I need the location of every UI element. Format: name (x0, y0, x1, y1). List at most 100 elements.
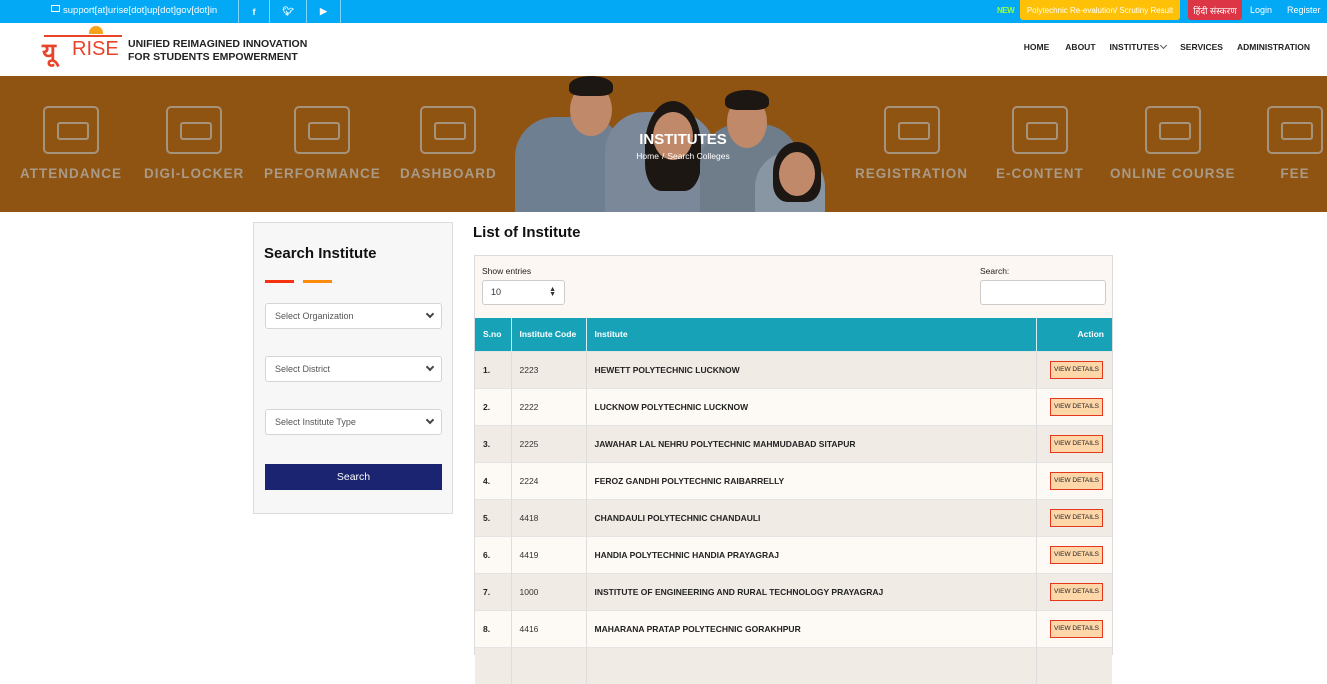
search-institute-panel: Search Institute Select Organization Sel… (253, 222, 453, 514)
nav-home[interactable]: HOME (1017, 42, 1057, 52)
table-row: 3. 2225 JAWAHAR LAL NEHRU POLYTECHNIC MAHM… (475, 424, 1112, 462)
facebook-link[interactable]: f (238, 0, 269, 23)
view-details-button[interactable]: VIEW DETAILS (1049, 434, 1103, 453)
feature-attendance: ATTENDANCE (20, 106, 122, 181)
institute-type-select-value: Select Institute Type (275, 417, 356, 427)
twitter-icon: 🐦︎ (282, 6, 294, 16)
table-row: 8. 4416 MAHARANA PRATAP POLYTECHNIC GORAKH… (475, 609, 1112, 647)
polytechnic-result-link[interactable]: Polytechnic Re-evalution/ Scrutiny Resul… (1020, 0, 1180, 20)
view-details-button[interactable]: VIEW DETAILS (1049, 619, 1103, 638)
cell-institute-code: 2225 (511, 424, 587, 462)
column-institute-code[interactable]: Institute Code (511, 318, 587, 351)
cell-institute-name: MAHARANA PRATAP POLYTECHNIC GORAKHPUR (586, 609, 1037, 647)
district-select[interactable]: Select District (265, 356, 442, 382)
chevron-down-icon (1160, 41, 1168, 50)
logo-hindi-text: यू (42, 38, 56, 66)
support-email-text: support[at]urise[dot]up[dot]gov[dot]in (63, 5, 218, 16)
cell-institute-code: 1000 (511, 572, 587, 610)
cell-sno: 5. (475, 498, 512, 536)
view-details-button[interactable]: VIEW DETAILS (1049, 471, 1103, 490)
cell-action: VIEW DETAILS (1036, 609, 1112, 647)
cell-sno: 2. (475, 387, 512, 425)
brand-name: UNIFIED REIMAGINED INNOVATION FOR STUDEN… (128, 38, 307, 63)
book-laptop-icon (1144, 106, 1201, 154)
view-details-button[interactable]: VIEW DETAILS (1049, 508, 1103, 527)
view-details-button[interactable]: VIEW DETAILS (1049, 397, 1103, 416)
institute-type-select[interactable]: Select Institute Type (265, 409, 442, 435)
feature-label: DIGI-LOCKER (144, 166, 245, 181)
column-institute[interactable]: Institute (586, 318, 1037, 351)
performance-stars-icon (294, 106, 351, 154)
feature-registration: REGISTRATION (855, 106, 968, 181)
cell-action: VIEW DETAILS (1036, 535, 1112, 573)
support-email-link[interactable]: support[at]urise[dot]up[dot]gov[dot]in (51, 0, 217, 23)
table-row: 4. 2224 FEROZ GANDHI POLYTECHNIC RAIBARREL… (475, 461, 1112, 499)
cell-action (1036, 646, 1112, 684)
cell-sno: 1. (475, 350, 512, 388)
cell-action: VIEW DETAILS (1036, 461, 1112, 499)
table-row: 1. 2223 HEWETT POLYTECHNIC LUCKNOW VIEW DET… (475, 350, 1112, 388)
urise-logo[interactable]: यू RISE (42, 25, 124, 73)
column-sno[interactable]: S.no (475, 318, 512, 351)
youtube-icon: ▶ (320, 6, 327, 16)
column-action: Action (1036, 318, 1112, 351)
table-search-label: Search: (980, 266, 1010, 276)
chevron-down-icon (425, 309, 435, 319)
cell-institute-code: 2224 (511, 461, 587, 499)
chevron-down-icon (425, 415, 435, 425)
view-details-button[interactable]: VIEW DETAILS (1049, 545, 1103, 564)
new-badge: NEW (997, 6, 1015, 15)
rupee-hand-icon (1267, 106, 1323, 154)
main-nav: HOME ABOUT INSTITUTES SERVICES ADMINISTR… (1017, 41, 1317, 52)
cell-sno: 8. (475, 609, 512, 647)
breadcrumb-home[interactable]: Home (636, 151, 659, 161)
cell-institute-code: 4418 (511, 498, 587, 536)
sun-icon (89, 26, 103, 34)
organization-select[interactable]: Select Organization (265, 303, 442, 329)
search-panel-title: Search Institute (264, 245, 377, 262)
table-search-input[interactable] (980, 280, 1106, 305)
register-link[interactable]: Register (1287, 5, 1321, 15)
cell-action: VIEW DETAILS (1036, 387, 1112, 425)
top-bar: support[at]urise[dot]up[dot]gov[dot]in f… (0, 0, 1327, 23)
nav-institutes[interactable]: INSTITUTES (1103, 41, 1174, 52)
video-laptop-icon (1011, 106, 1068, 154)
page-title: INSTITUTES (639, 131, 727, 148)
table-row: 5. 4418 CHANDAULI POLYTECHNIC CHANDAULI VIE… (475, 498, 1112, 536)
student-hair (569, 76, 613, 96)
view-details-button[interactable]: VIEW DETAILS (1049, 360, 1103, 379)
nav-about[interactable]: ABOUT (1058, 42, 1102, 52)
cell-sno (475, 646, 512, 684)
entries-select[interactable]: 10 ▲ ▼ (482, 280, 565, 305)
view-details-button[interactable]: VIEW DETAILS (1049, 582, 1103, 601)
feature-online-course: ONLINE COURSE (1110, 106, 1236, 181)
search-button[interactable]: Search (265, 464, 442, 490)
cell-action: VIEW DETAILS (1036, 350, 1112, 388)
table-row: 6. 4419 HANDIA POLYTECHNIC HANDIA PRAYAGRA… (475, 535, 1112, 573)
feature-label: ATTENDANCE (20, 166, 122, 181)
hindi-version-link[interactable]: हिंदी संस्करण (1188, 0, 1242, 20)
institute-table: S.no Institute Code Institute Action 1. 2… (475, 318, 1112, 684)
nav-services[interactable]: SERVICES (1173, 42, 1230, 52)
cell-institute-name: INSTITUTE OF ENGINEERING AND RURAL TECHN… (586, 572, 1037, 610)
dashboard-icon (420, 106, 477, 154)
login-link[interactable]: Login (1250, 5, 1272, 15)
hero-title-block: INSTITUTES Home / Search Colleges (583, 131, 783, 161)
title-underline-red (265, 280, 294, 283)
table-row (475, 646, 1112, 684)
district-select-value: Select District (275, 364, 331, 374)
cell-action: VIEW DETAILS (1036, 572, 1112, 610)
sort-arrows-icon: ▲ ▼ (549, 286, 556, 298)
title-underline-orange (303, 280, 332, 283)
logo-rise-text: RISE (72, 38, 119, 60)
cell-sno: 6. (475, 535, 512, 573)
nav-administration[interactable]: ADMINISTRATION (1230, 42, 1317, 52)
cell-sno: 3. (475, 424, 512, 462)
cell-institute-code: 4416 (511, 609, 587, 647)
twitter-link[interactable]: 🐦︎ (269, 0, 306, 23)
feature-label: DASHBOARD (400, 166, 497, 181)
youtube-link[interactable]: ▶ (306, 0, 341, 23)
cell-sno: 7. (475, 572, 512, 610)
breadcrumb-current: Search Colleges (667, 151, 730, 161)
cell-action: VIEW DETAILS (1036, 424, 1112, 462)
